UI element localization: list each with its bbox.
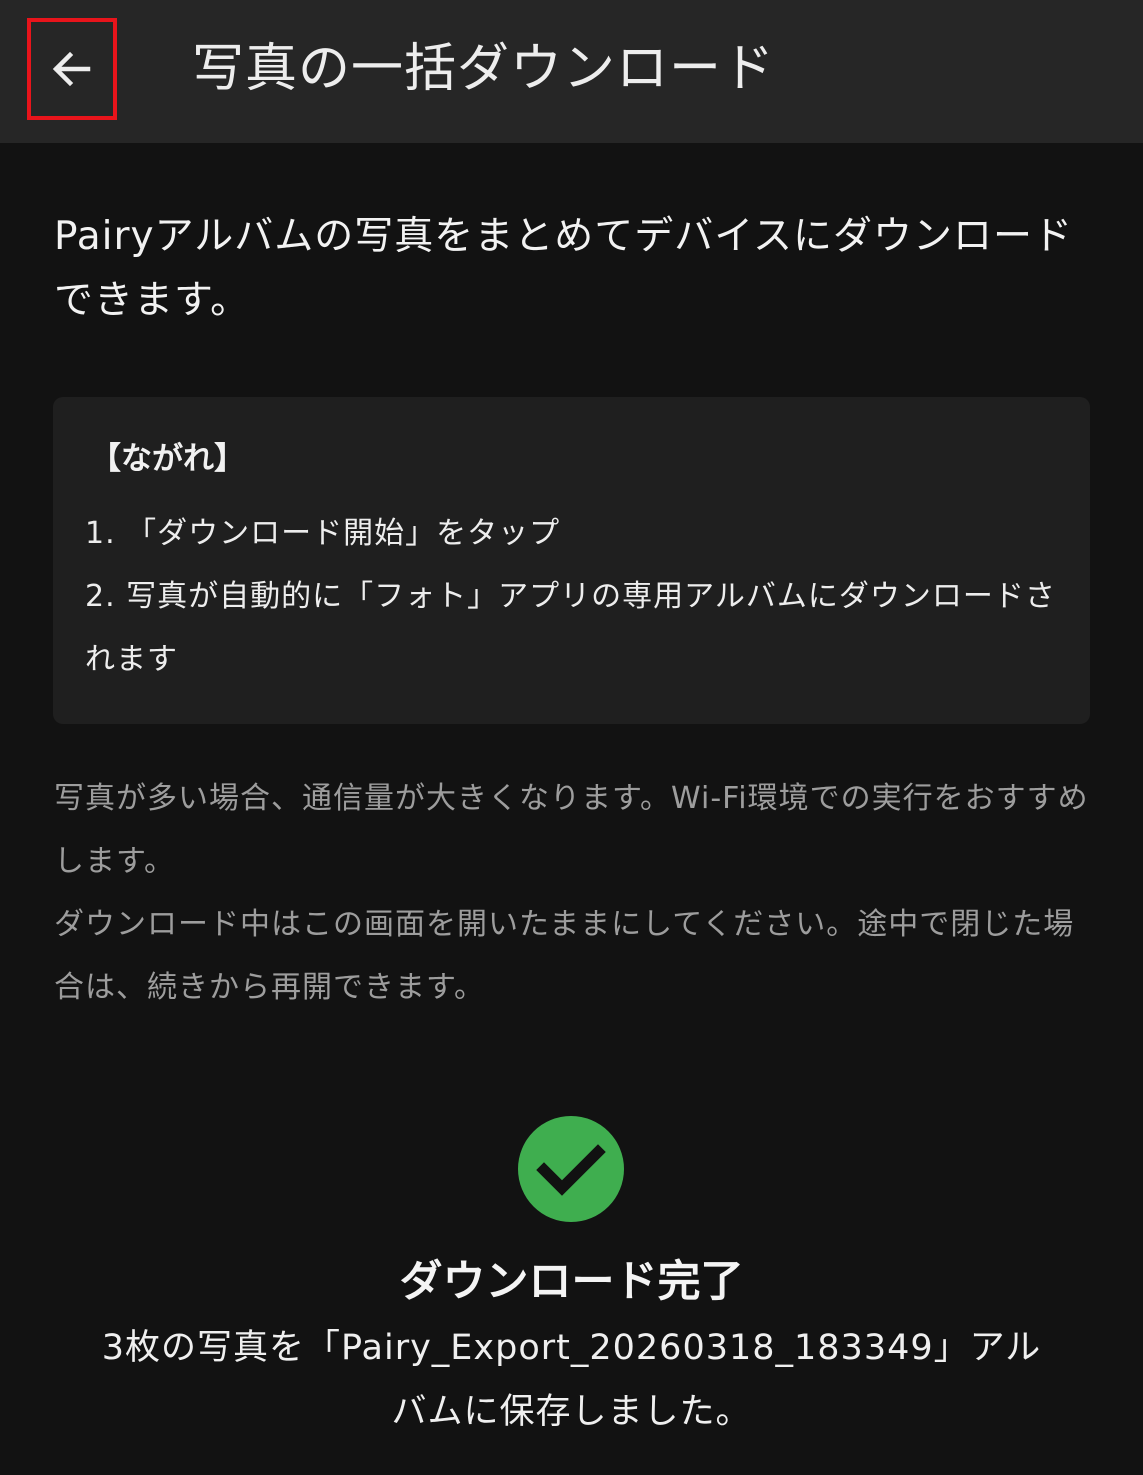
notes: 写真が多い場合、通信量が大きくなります。Wi-Fi環境での実行をおすすめします。…: [54, 767, 1094, 1019]
note-keep-open: ダウンロード中はこの画面を開いたままにしてください。途中で閉じた場合は、続きから…: [54, 907, 1075, 1005]
check-circle-icon: [518, 1116, 624, 1222]
completion-message: 3枚の写真を「Pairy_Export_20260318_183349」アルバム…: [101, 1328, 1042, 1432]
completion-title: ダウンロード完了: [399, 1257, 744, 1307]
back-button[interactable]: [27, 18, 117, 120]
app-bar: 写真の一括ダウンロード: [0, 0, 1143, 143]
flow-title: 【ながれ】: [90, 441, 245, 477]
flow-step: 1. 「ダウンロード開始」をタップ: [85, 516, 561, 551]
flow-card: 【ながれ】 1. 「ダウンロード開始」をタップ 2. 写真が自動的に「フォト」ア…: [53, 397, 1090, 724]
page-title: 写真の一括ダウンロード: [192, 39, 776, 99]
flow-step: 2. 写真が自動的に「フォト」アプリの専用アルバムにダウンロードされます: [85, 579, 1056, 677]
arrow-left-icon: [48, 45, 96, 93]
note-data-usage: 写真が多い場合、通信量が大きくなります。Wi-Fi環境での実行をおすすめします。: [54, 781, 1089, 879]
intro-text: Pairyアルバムの写真をまとめてデバイスにダウンロードできます。: [54, 214, 1074, 323]
